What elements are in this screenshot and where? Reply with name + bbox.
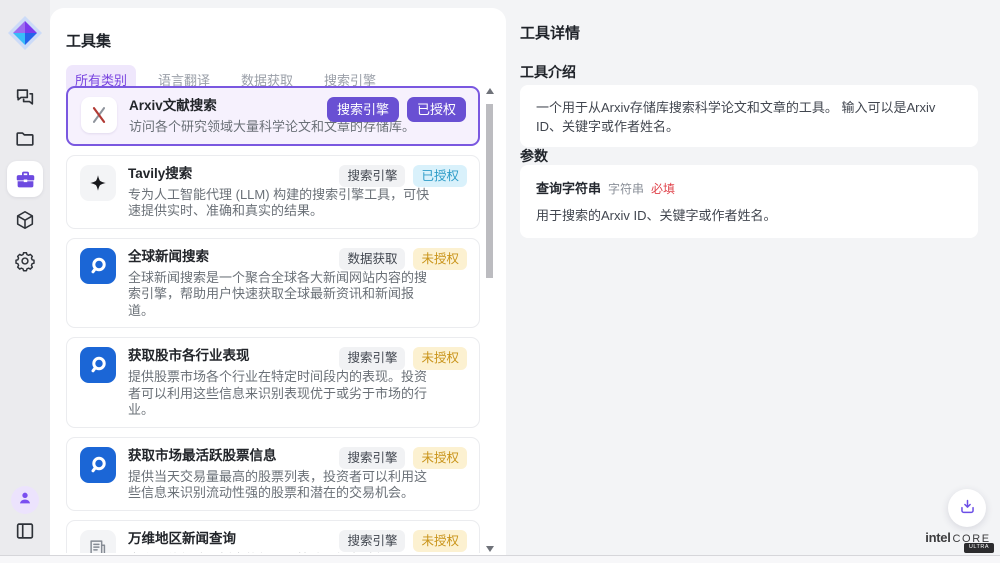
- scroll-down-button[interactable]: [486, 546, 494, 552]
- auth-status-badge: 未授权: [413, 347, 467, 370]
- parameter-item: 查询字符串字符串必填用于搜索的Arxiv ID、关键字或作者姓名。: [536, 178, 962, 224]
- app-logo gem-logo-icon: [7, 15, 43, 51]
- window-bottom-edge: [0, 555, 1000, 563]
- download-button[interactable]: [948, 489, 986, 527]
- gear-icon: [14, 250, 36, 272]
- parameters-card: 查询字符串字符串必填用于搜索的Arxiv ID、关键字或作者姓名。: [520, 165, 978, 238]
- star-icon: [80, 165, 116, 201]
- auth-status-badge: 已授权: [407, 97, 466, 122]
- category-badge: 搜索引擎: [339, 347, 405, 370]
- auth-status-badge: 未授权: [413, 530, 467, 553]
- params-heading: 参数: [520, 146, 548, 166]
- parameter-description: 用于搜索的Arxiv ID、关键字或作者姓名。: [536, 205, 962, 224]
- ultra-badge: ultra: [964, 543, 994, 553]
- category-badge: 搜索引擎: [339, 530, 405, 553]
- tool-badges: 数据获取未授权: [339, 248, 467, 271]
- newspaper-icon: [80, 530, 116, 554]
- tool-badges: 搜索引擎未授权: [339, 530, 467, 553]
- parameter-name: 查询字符串: [536, 178, 601, 197]
- category-badge: 数据获取: [339, 248, 405, 271]
- intel-core-logo: intelcore ultra: [922, 529, 994, 547]
- sidebar-item-user[interactable]: [11, 486, 39, 514]
- tool-card[interactable]: Arxiv文献搜索访问各个研究领域大量科学论文和文章的存储库。搜索引擎已授权: [66, 86, 480, 146]
- sidebar-item-folder[interactable]: [14, 128, 36, 150]
- sidebar-item-cube[interactable]: [14, 209, 36, 231]
- q-search-icon: [80, 447, 116, 483]
- scrollbar-thumb[interactable]: [486, 104, 493, 278]
- sidebar-item-panel-toggle[interactable]: [14, 520, 36, 542]
- tool-badges: 搜索引擎已授权: [339, 165, 467, 188]
- sidebar-item-settings[interactable]: [14, 250, 36, 272]
- parameter-type: 字符串: [608, 180, 644, 197]
- tool-card[interactable]: 获取股市各行业表现提供股票市场各个行业在特定时间段内的表现。投资者可以利用这些信…: [66, 337, 480, 428]
- q-search-icon: [80, 347, 116, 383]
- app-window: 工具集 所有类别语言翻译数据获取搜索引擎 Arxiv文献搜索访问各个研究领域大量…: [0, 0, 1000, 563]
- tool-badges: 搜索引擎未授权: [339, 347, 467, 370]
- cube-icon: [14, 209, 36, 231]
- tool-card[interactable]: 获取市场最活跃股票信息提供当天交易量最高的股票列表，投资者可以利用这些信息来识别…: [66, 437, 480, 511]
- tool-list: Arxiv文献搜索访问各个研究领域大量科学论文和文章的存储库。搜索引擎已授权 Ta…: [66, 86, 480, 553]
- panel-icon: [14, 520, 36, 542]
- sidebar-item-chat[interactable]: [14, 86, 36, 108]
- user-icon: [17, 490, 33, 511]
- tool-card[interactable]: 万维地区新闻查询查询具体行政区划内的新闻，快速了解各地新闻动搜索引擎未授权: [66, 520, 480, 554]
- intro-text-card: 一个用于从Arxiv存储库搜索科学论文和文章的工具。 输入可以是Arxiv ID…: [520, 85, 978, 147]
- category-badge: 搜索引擎: [339, 165, 405, 188]
- download-icon: [958, 497, 977, 519]
- tool-detail-panel: 工具详情 工具介绍 一个用于从Arxiv存储库搜索科学论文和文章的工具。 输入可…: [506, 8, 1000, 555]
- category-badge: 搜索引擎: [339, 447, 405, 470]
- parameter-required-badge: 必填: [651, 180, 675, 197]
- tool-card[interactable]: Tavily搜索专为人工智能代理 (LLM) 构建的搜索引擎工具，可快速提供实时…: [66, 155, 480, 229]
- scroll-up-button[interactable]: [486, 88, 494, 94]
- folder-icon: [14, 128, 36, 150]
- page-title: 工具集: [66, 30, 111, 51]
- tool-description: 全球新闻搜索是一个聚合全球各大新闻网站内容的搜索引擎，帮助用户快速获取全球最新资…: [128, 270, 466, 320]
- toolbox-icon: [15, 169, 36, 190]
- nav-rail: [0, 0, 50, 555]
- category-badge: 搜索引擎: [327, 97, 399, 122]
- chat-icon: [14, 86, 36, 108]
- q-search-icon: [80, 248, 116, 284]
- tool-card[interactable]: 全球新闻搜索全球新闻搜索是一个聚合全球各大新闻网站内容的搜索引擎，帮助用户快速获…: [66, 238, 480, 329]
- intro-heading: 工具介绍: [520, 62, 576, 82]
- tool-badges: 搜索引擎已授权: [327, 97, 466, 122]
- tool-badges: 搜索引擎未授权: [339, 447, 467, 470]
- tool-list-panel: 工具集 所有类别语言翻译数据获取搜索引擎 Arxiv文献搜索访问各个研究领域大量…: [50, 8, 506, 555]
- parameter-head: 查询字符串字符串必填: [536, 178, 962, 197]
- auth-status-badge: 未授权: [413, 248, 467, 271]
- arxiv-icon: [81, 97, 117, 133]
- auth-status-badge: 未授权: [413, 447, 467, 470]
- tool-description: 专为人工智能代理 (LLM) 构建的搜索引擎工具，可快速提供实时、准确和真实的结…: [128, 187, 466, 220]
- intel-brand-text: intel: [925, 530, 950, 545]
- tool-description: 提供股票市场各个行业在特定时间段内的表现。投资者可以利用这些信息来识别表现优于或…: [128, 369, 466, 419]
- sidebar-item-toolbox[interactable]: [7, 161, 43, 197]
- detail-title: 工具详情: [520, 22, 580, 43]
- tool-description: 提供当天交易量最高的股票列表，投资者可以利用这些信息来识别流动性强的股票和潜在的…: [128, 469, 466, 502]
- auth-status-badge: 已授权: [413, 165, 467, 188]
